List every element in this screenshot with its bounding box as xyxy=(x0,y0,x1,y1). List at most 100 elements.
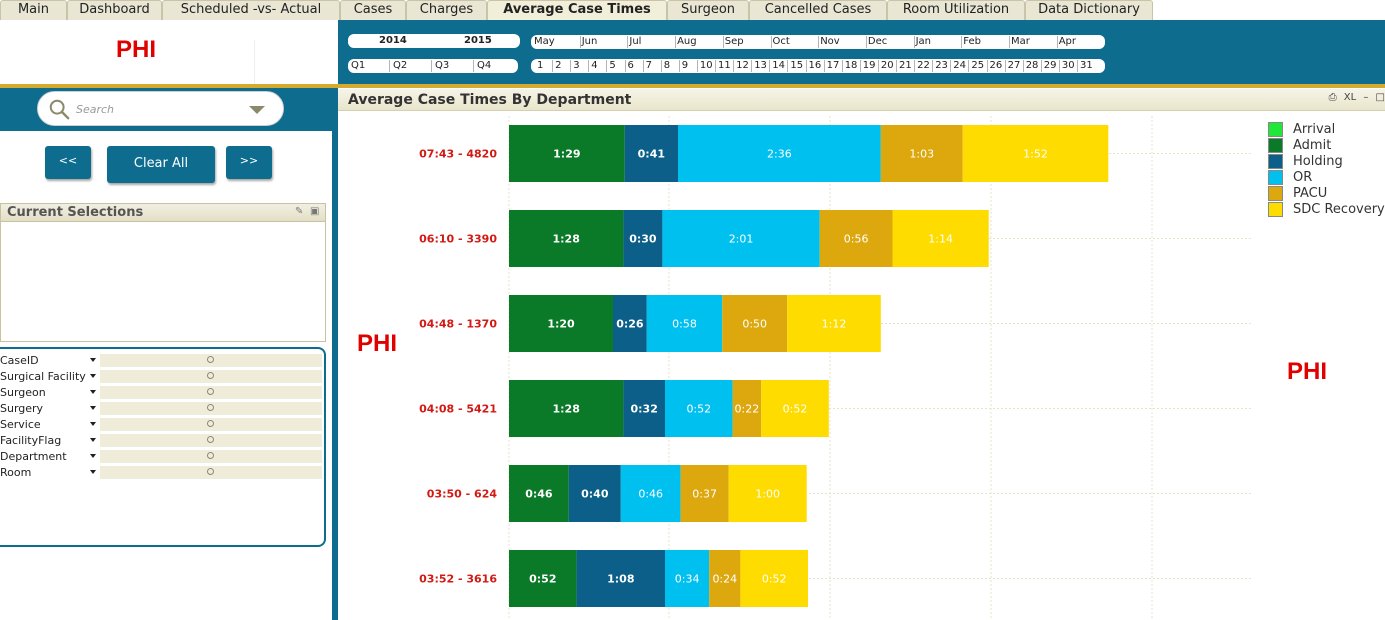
field-value-cell[interactable] xyxy=(100,370,322,383)
year-2014[interactable]: 2014 xyxy=(379,34,407,48)
day-17[interactable]: 17 xyxy=(827,59,840,73)
tab-dashboard[interactable]: Dashboard xyxy=(67,0,162,20)
day-7[interactable]: 7 xyxy=(646,59,652,73)
field-row-facilityflag[interactable]: FacilityFlag xyxy=(0,433,322,448)
eraser-icon[interactable]: ✎ xyxy=(295,206,303,217)
tab-data-dictionary[interactable]: Data Dictionary xyxy=(1025,0,1153,20)
day-23[interactable]: 23 xyxy=(935,59,948,73)
field-value-cell[interactable] xyxy=(100,402,322,415)
day-1[interactable]: 1 xyxy=(537,59,543,73)
field-value-cell[interactable] xyxy=(100,466,322,479)
tab-room-utilization[interactable]: Room Utilization xyxy=(887,0,1025,20)
day-22[interactable]: 22 xyxy=(917,59,930,73)
field-dropdown-icon[interactable] xyxy=(90,374,96,378)
lock-icon[interactable]: ▣ xyxy=(310,206,319,217)
field-row-caseid[interactable]: CaseID xyxy=(0,353,322,368)
maximize-icon[interactable]: □ xyxy=(1376,92,1385,103)
field-row-surgical-facility[interactable]: Surgical Facility xyxy=(0,369,322,384)
day-12[interactable]: 12 xyxy=(736,59,749,73)
day-16[interactable]: 16 xyxy=(809,59,822,73)
month-dec[interactable]: Dec xyxy=(868,35,887,49)
quarter-q2[interactable]: Q2 xyxy=(393,59,407,73)
day-30[interactable]: 30 xyxy=(1062,59,1075,73)
field-row-surgery[interactable]: Surgery xyxy=(0,401,322,416)
month-jan[interactable]: Jan xyxy=(916,35,931,49)
search-input[interactable]: Search xyxy=(37,91,284,126)
quarter-q4[interactable]: Q4 xyxy=(477,59,491,73)
day-19[interactable]: 19 xyxy=(863,59,876,73)
day-15[interactable]: 15 xyxy=(790,59,803,73)
field-dropdown-icon[interactable] xyxy=(90,358,96,362)
clear-all-button[interactable]: Clear All xyxy=(107,146,215,183)
day-2[interactable]: 2 xyxy=(555,59,561,73)
day-9[interactable]: 9 xyxy=(682,59,688,73)
month-selector[interactable]: May Jun Jul Aug Sep Oct Nov Dec Jan Feb Mar Apr xyxy=(531,35,1105,49)
field-value-cell[interactable] xyxy=(100,354,322,367)
search-icon xyxy=(49,99,70,120)
year-selector[interactable]: 2014 2015 xyxy=(348,34,520,48)
tab-cases[interactable]: Cases xyxy=(340,0,406,20)
day-25[interactable]: 25 xyxy=(971,59,984,73)
day-selector[interactable]: 1 2 3 4 5 6 7 8 9 10 11 12 13 14 15 16 17 18 19 20 21 22 23 24 2… xyxy=(531,59,1105,73)
day-29[interactable]: 29 xyxy=(1044,59,1057,73)
day-21[interactable]: 21 xyxy=(899,59,912,73)
month-may[interactable]: May xyxy=(534,35,555,49)
day-3[interactable]: 3 xyxy=(573,59,579,73)
month-apr[interactable]: Apr xyxy=(1059,35,1076,49)
tab-charges[interactable]: Charges xyxy=(406,0,487,20)
tab-cancelled-cases[interactable]: Cancelled Cases xyxy=(749,0,887,20)
day-26[interactable]: 26 xyxy=(990,59,1003,73)
year-2015[interactable]: 2015 xyxy=(464,34,492,48)
print-icon[interactable]: ⎙ xyxy=(1329,92,1337,103)
field-dropdown-icon[interactable] xyxy=(90,422,96,426)
field-value-cell[interactable] xyxy=(100,450,322,463)
quarter-q3[interactable]: Q3 xyxy=(435,59,449,73)
field-dropdown-icon[interactable] xyxy=(90,390,96,394)
day-11[interactable]: 11 xyxy=(718,59,731,73)
month-aug[interactable]: Aug xyxy=(677,35,697,49)
month-nov[interactable]: Nov xyxy=(820,35,840,49)
month-oct[interactable]: Oct xyxy=(773,35,790,49)
field-dropdown-icon[interactable] xyxy=(90,454,96,458)
month-feb[interactable]: Feb xyxy=(963,35,981,49)
prev-selection-button[interactable]: << xyxy=(45,146,91,179)
day-6[interactable]: 6 xyxy=(628,59,634,73)
next-selection-button[interactable]: >> xyxy=(226,146,272,179)
month-jul[interactable]: Jul xyxy=(629,35,641,49)
field-empty-indicator-icon xyxy=(207,404,214,411)
quarter-selector[interactable]: Q1 Q2 Q3 Q4 xyxy=(348,59,518,73)
field-dropdown-icon[interactable] xyxy=(90,438,96,442)
day-8[interactable]: 8 xyxy=(664,59,670,73)
day-28[interactable]: 28 xyxy=(1026,59,1039,73)
field-value-cell[interactable] xyxy=(100,418,322,431)
field-row-room[interactable]: Room xyxy=(0,465,322,480)
field-row-surgeon[interactable]: Surgeon xyxy=(0,385,322,400)
day-4[interactable]: 4 xyxy=(591,59,597,73)
field-dropdown-icon[interactable] xyxy=(90,406,96,410)
field-row-department[interactable]: Department xyxy=(0,449,322,464)
day-24[interactable]: 24 xyxy=(953,59,966,73)
tab-surgeon[interactable]: Surgeon xyxy=(667,0,749,20)
day-31[interactable]: 31 xyxy=(1080,59,1093,73)
tab-main[interactable]: Main xyxy=(0,0,67,20)
day-18[interactable]: 18 xyxy=(845,59,858,73)
field-value-cell[interactable] xyxy=(100,386,322,399)
day-20[interactable]: 20 xyxy=(881,59,894,73)
month-jun[interactable]: Jun xyxy=(582,35,598,49)
field-row-service[interactable]: Service xyxy=(0,417,322,432)
day-27[interactable]: 27 xyxy=(1008,59,1021,73)
export-excel-icon[interactable]: XL xyxy=(1344,92,1356,103)
day-10[interactable]: 10 xyxy=(700,59,713,73)
day-5[interactable]: 5 xyxy=(609,59,615,73)
minimize-icon[interactable]: – xyxy=(1363,92,1368,103)
field-dropdown-icon[interactable] xyxy=(90,470,96,474)
search-dropdown-icon[interactable] xyxy=(249,106,265,114)
month-sep[interactable]: Sep xyxy=(725,35,744,49)
tab-scheduled-vs-actual[interactable]: Scheduled -vs- Actual xyxy=(162,0,340,20)
day-14[interactable]: 14 xyxy=(772,59,785,73)
tab-average-case-times[interactable]: Average Case Times xyxy=(487,0,667,20)
month-mar[interactable]: Mar xyxy=(1011,35,1030,49)
field-value-cell[interactable] xyxy=(100,434,322,447)
day-13[interactable]: 13 xyxy=(754,59,767,73)
quarter-q1[interactable]: Q1 xyxy=(351,59,365,73)
